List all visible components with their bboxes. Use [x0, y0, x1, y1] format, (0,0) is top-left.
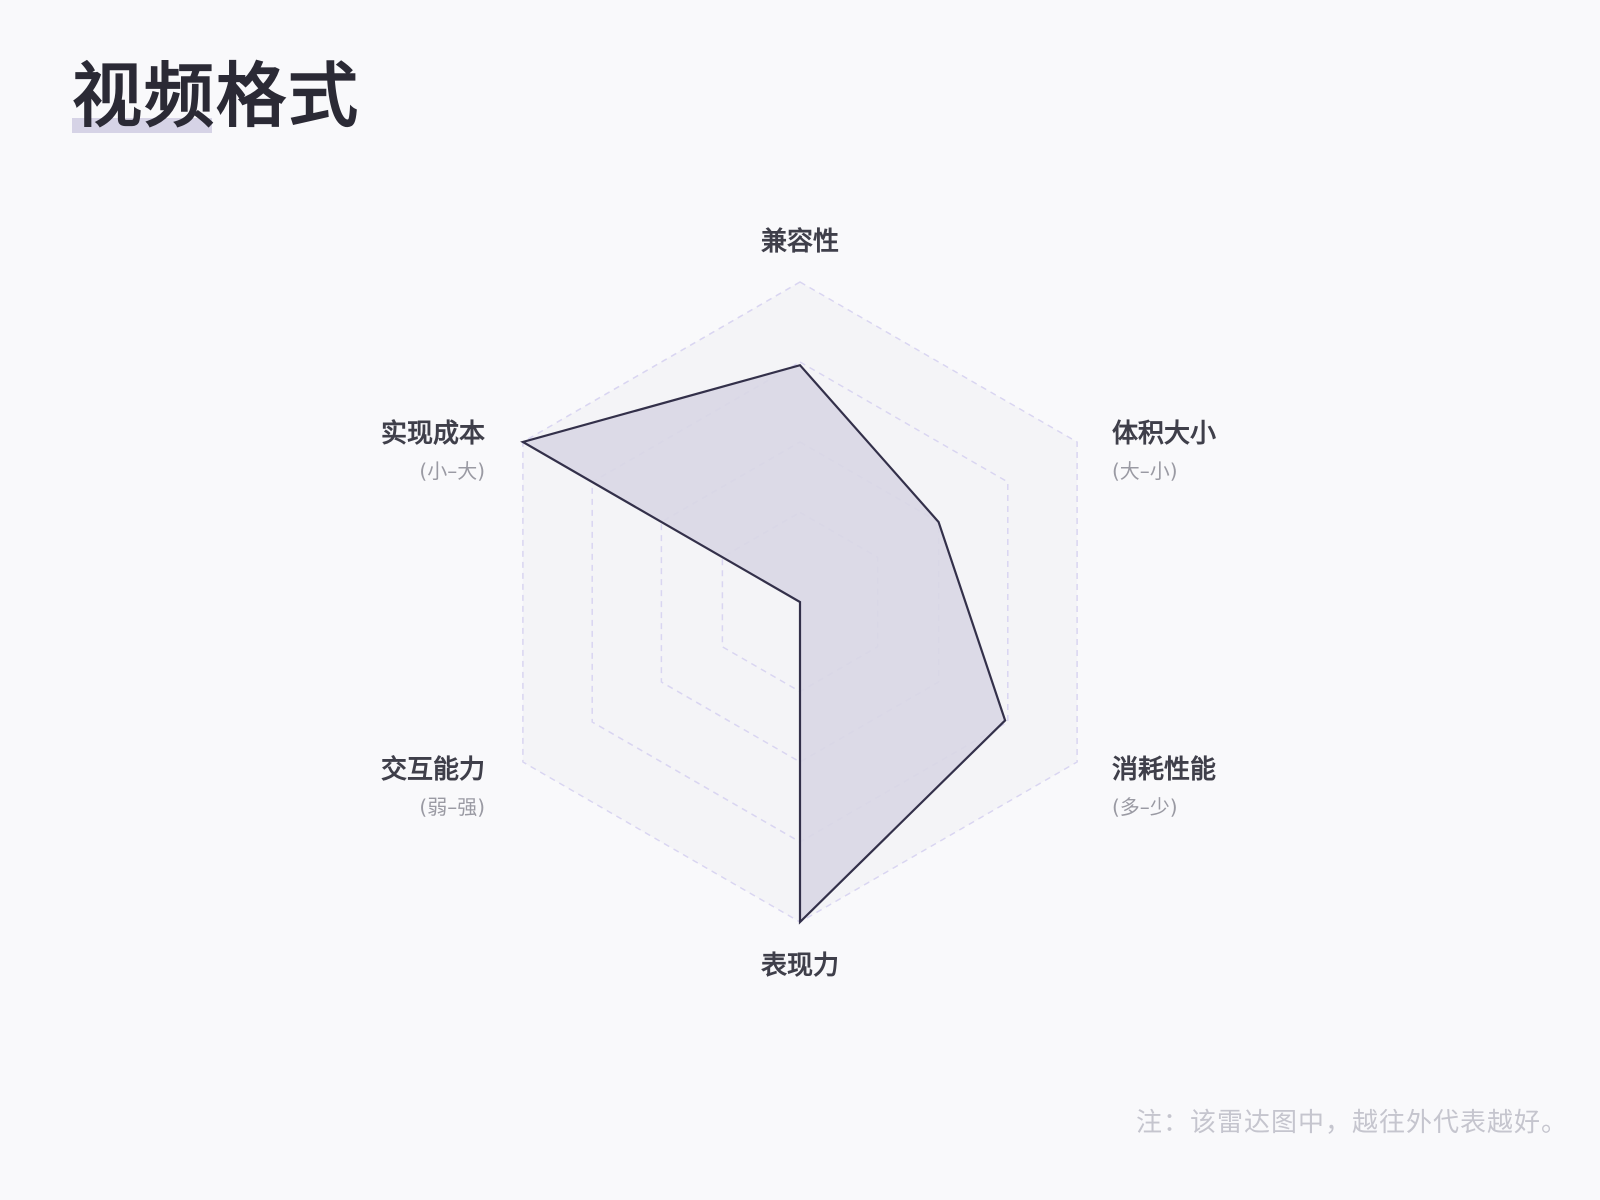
- axis-label-6: 实现成本: [381, 418, 485, 449]
- axis-sublabel-5: (弱–强): [419, 795, 485, 819]
- axis-sublabel-6: (小–大): [419, 459, 485, 483]
- axis-label-3: 消耗性能: [1112, 754, 1216, 785]
- axis-label-2: 体积大小: [1112, 419, 1216, 449]
- axis-sublabel-3: (多–少): [1112, 795, 1178, 819]
- chart-footnote: 注：该雷达图中，越往外代表越好。: [1135, 1108, 1568, 1138]
- radar-chart: 兼容性体积大小 (大–小) 消耗性能 (多–少) 表现力 交互能力 (弱–强) 实现成本 (小–…: [381, 226, 1216, 981]
- axis-label-4: 表现力: [761, 951, 839, 981]
- axis-label-1: 兼容性: [761, 226, 839, 257]
- axis-sublabel-2: (大–小): [1112, 459, 1178, 483]
- axis-label-5: 交互能力: [381, 754, 485, 785]
